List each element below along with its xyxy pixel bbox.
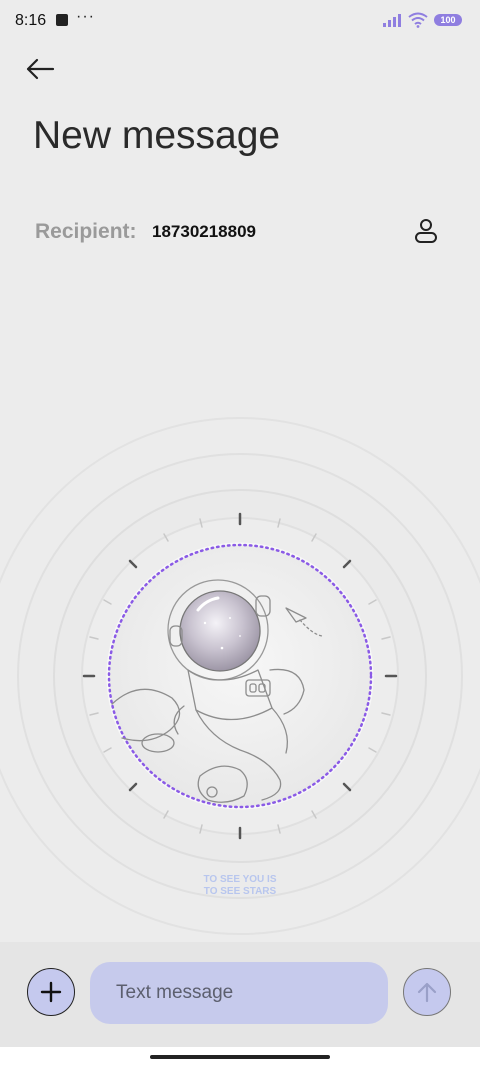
gesture-nav-area — [0, 1047, 480, 1067]
helmet-visor — [179, 590, 261, 672]
wifi-icon — [408, 12, 428, 28]
back-button[interactable] — [20, 52, 60, 86]
home-indicator[interactable] — [150, 1055, 330, 1059]
more-notifications-indicator: ··· — [76, 8, 95, 25]
add-attachment-button[interactable] — [27, 968, 75, 1016]
arrow-left-icon — [26, 58, 55, 80]
tagline-line-1: TO SEE YOU IS — [203, 874, 277, 885]
message-input[interactable] — [90, 962, 388, 1024]
composer-bar — [0, 942, 480, 1047]
status-icons: 100 — [382, 12, 462, 28]
recipient-field[interactable] — [152, 222, 352, 242]
tagline-line-2: TO SEE STARS — [203, 886, 277, 897]
battery-icon: 100 — [434, 14, 462, 26]
astronaut-wallpaper — [0, 417, 480, 935]
arrow-up-icon — [417, 982, 437, 1003]
select-contact-button[interactable] — [411, 216, 441, 246]
plus-icon — [40, 981, 62, 1003]
status-bar: 8:16 ··· 100 — [0, 0, 480, 44]
recipient-label: Recipient: — [35, 220, 137, 243]
status-time: 8:16 — [15, 12, 47, 29]
page-title: New message — [33, 114, 281, 157]
wallpaper-tagline: TO SEE YOU IS TO SEE STARS — [0, 874, 480, 898]
send-button[interactable] — [403, 968, 451, 1016]
signal-icon — [383, 14, 401, 27]
recipient-row: Recipient: — [35, 216, 445, 246]
person-icon — [415, 219, 437, 243]
notification-square-icon — [56, 14, 68, 26]
